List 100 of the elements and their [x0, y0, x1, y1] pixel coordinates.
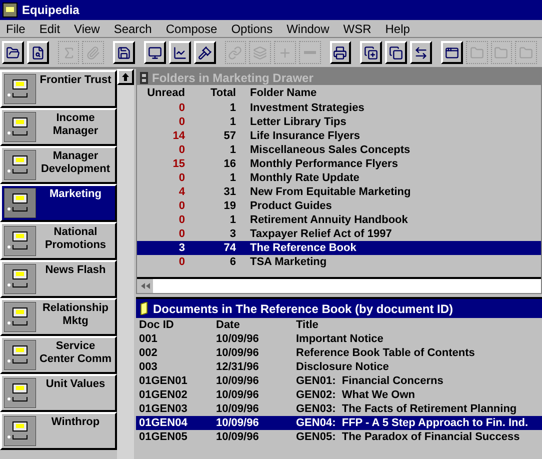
scrollbar[interactable]	[117, 69, 134, 459]
drawer-item[interactable]: Relationship Mktg	[0, 298, 117, 336]
left-arrow-icon	[140, 283, 150, 289]
document-row[interactable]: 01GEN01 10/09/96 GEN01: Financial Concerns	[136, 374, 542, 388]
drawer-item[interactable]: Marketing	[0, 184, 117, 222]
drawer-item[interactable]: Service Center Comm	[0, 336, 117, 374]
folder-row[interactable]: 4 31 New From Equitable Marketing	[137, 185, 541, 199]
document-row[interactable]: 002 10/09/96 Reference Book Table of Contents	[136, 346, 542, 360]
total-count: 3	[228, 226, 236, 242]
drawer-label: Unit Values	[44, 377, 106, 391]
document-row[interactable]: 003 12/31/96 Disclosure Notice	[136, 360, 542, 374]
folder-row[interactable]: 15 16 Monthly Performance Flyers	[137, 157, 541, 171]
column-header: Unread	[146, 86, 185, 102]
unread-count: 0	[178, 226, 185, 242]
drawer-icon	[4, 226, 36, 256]
menu-item[interactable]: Help	[385, 20, 410, 38]
folder-name: Letter Library Tips	[250, 114, 346, 130]
document-row[interactable]: 01GEN02 10/09/96 GEN02: What We Own	[136, 388, 542, 402]
document-row[interactable]: 01GEN03 10/09/96 GEN03: The Facts of Retirement Planning	[136, 402, 542, 416]
drawer-icon	[4, 302, 36, 332]
folder-row[interactable]: 0 19 Product Guides	[137, 199, 541, 213]
open-icon	[6, 46, 20, 60]
window-title: Equipedia	[22, 2, 80, 19]
doc-date: 10/09/96	[216, 332, 260, 347]
scroll-up-button[interactable]	[117, 69, 134, 85]
doc-id: 01GEN01	[138, 374, 188, 389]
stack-icon	[253, 46, 268, 60]
drawer-icon	[4, 150, 36, 180]
folder-row[interactable]: 0 1 Letter Library Tips	[137, 115, 541, 129]
folder-row[interactable]: 0 3 Taxpayer Relief Act of 1997	[137, 227, 541, 241]
folder-row[interactable]: 0 6 TSA Marketing	[137, 255, 541, 269]
menu-item[interactable]: Edit	[39, 20, 60, 38]
folder-name: Product Guides	[250, 198, 332, 214]
document-row[interactable]: 01GEN04 10/09/96 GEN04: FFP - A 5 Step Approach to Fin. Ind.	[136, 416, 542, 430]
drawer-icon	[4, 188, 36, 218]
drawer-label: Service Center Comm	[38, 339, 113, 366]
total-count: 1	[228, 170, 236, 186]
drawer-label: National Promotions	[44, 225, 108, 252]
drawer-label: Relationship Mktg	[41, 301, 110, 328]
menu-item[interactable]: View	[74, 20, 100, 38]
menu-item[interactable]: Compose	[166, 20, 218, 38]
horizontal-scrollbar[interactable]	[137, 277, 541, 293]
column-header: Folder Name	[250, 86, 317, 102]
document-row[interactable]: 001 10/09/96 Important Notice	[136, 332, 542, 346]
folder-row[interactable]: 0 1 Retirement Annuity Handbook	[137, 213, 541, 227]
drawer-icon	[4, 112, 36, 142]
total-count: 1	[228, 142, 236, 158]
doc-id: 01GEN05	[138, 430, 188, 445]
drawer-label: Winthrop	[50, 415, 101, 429]
unread-count: 15	[172, 156, 185, 172]
doc-id: 01GEN02	[138, 388, 188, 403]
drawer-item[interactable]: National Promotions	[0, 222, 117, 260]
drawer-item[interactable]: Winthrop	[0, 412, 117, 450]
drawer-item[interactable]: Unit Values	[0, 374, 117, 412]
preview-icon	[30, 46, 45, 60]
panel-title: Documents in The Reference Book (by document ID)	[153, 300, 454, 318]
copy-new-icon	[364, 46, 378, 60]
doc-date: 10/09/96	[216, 430, 260, 445]
scroll-left-button[interactable]	[137, 279, 153, 293]
total-count: 19	[222, 198, 236, 214]
drawer-item[interactable]: Frontier Trust	[0, 70, 117, 108]
folder-name: Monthly Rate Update	[250, 170, 360, 186]
menu-item[interactable]: File	[6, 20, 26, 38]
folder-name: The Reference Book	[250, 240, 356, 256]
menu-item[interactable]: Search	[114, 20, 152, 38]
folder-row[interactable]: 14 57 Life Insurance Flyers	[137, 129, 541, 143]
doc-title: GEN03: The Facts of Retirement Planning	[296, 402, 517, 417]
folder-row[interactable]: 0 1 Monthly Rate Update	[137, 171, 541, 185]
drawer-icon	[4, 264, 36, 294]
unread-count: 14	[172, 128, 185, 144]
drawer-item[interactable]: Income Manager	[0, 108, 117, 146]
unread-count: 0	[178, 100, 185, 116]
folder-name: Investment Strategies	[250, 100, 364, 116]
menu-item[interactable]: Options	[231, 20, 273, 38]
drawer-item[interactable]: News Flash	[0, 260, 117, 298]
plus-icon	[278, 46, 292, 60]
up-arrow-icon	[122, 73, 129, 81]
app-icon	[2, 2, 18, 18]
drawer-item[interactable]: Manager Development	[0, 146, 117, 184]
minus-icon	[304, 51, 316, 54]
folder-row[interactable]: 0 1 Miscellaneous Sales Concepts	[137, 143, 541, 157]
save-icon	[117, 46, 132, 60]
drawer-icon	[4, 378, 36, 408]
chart-icon	[172, 46, 187, 60]
doc-title: GEN05: The Paradox of Financial Success	[296, 430, 520, 445]
folder-row[interactable]: 0 1 Investment Strategies	[137, 101, 541, 115]
attach-icon	[86, 46, 100, 60]
folder-name: Retirement Annuity Handbook	[250, 212, 408, 228]
unread-count: 0	[178, 254, 185, 270]
doc-id: 01GEN03	[138, 402, 188, 417]
total-count: 57	[222, 128, 236, 144]
menu-item[interactable]: Window	[286, 20, 330, 38]
document-row[interactable]: 01GEN05 10/09/96 GEN05: The Paradox of Financial Success	[136, 430, 542, 444]
monitor-icon	[148, 46, 162, 60]
doc-date: 10/09/96	[216, 388, 260, 403]
folder-row[interactable]: 3 74 The Reference Book	[137, 241, 541, 255]
drawer-label: Marketing	[48, 187, 102, 201]
unread-count: 3	[178, 240, 185, 256]
doc-date: 12/31/96	[216, 360, 260, 375]
menu-item[interactable]: WSR	[343, 20, 372, 38]
